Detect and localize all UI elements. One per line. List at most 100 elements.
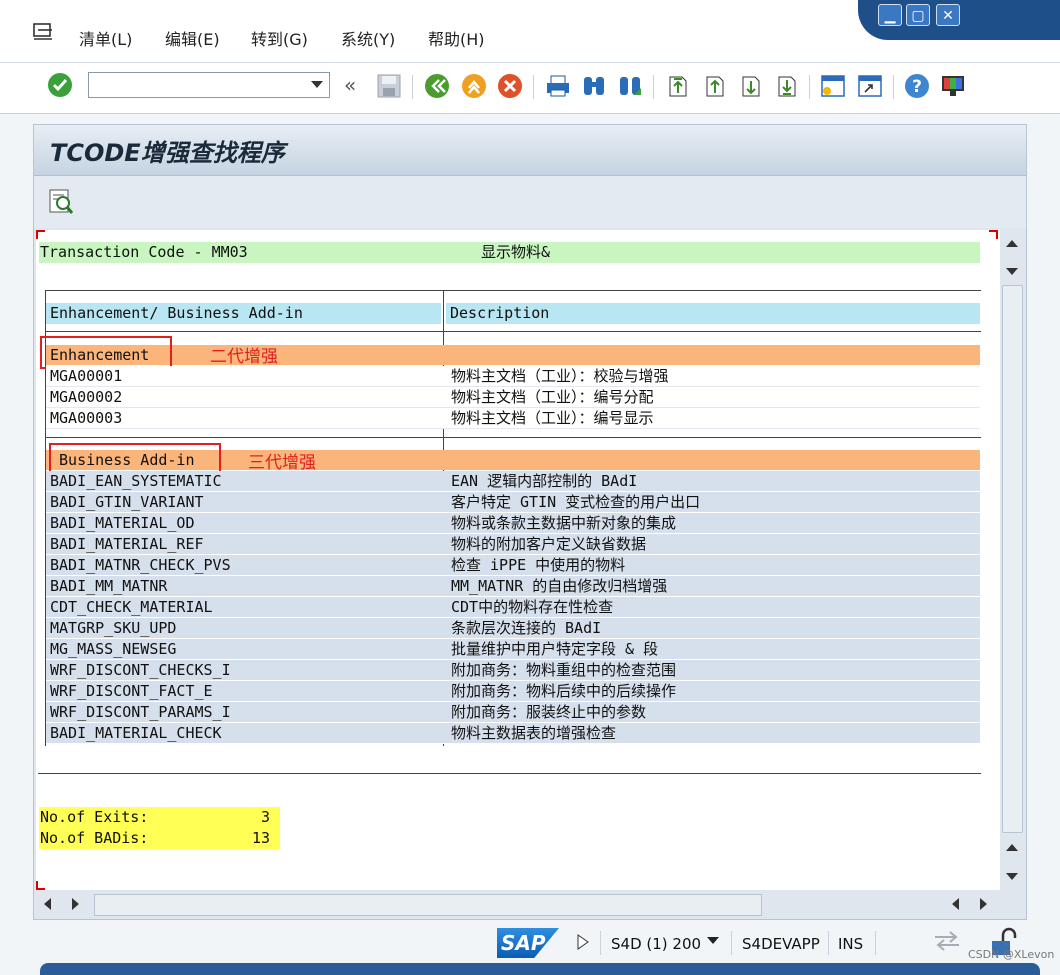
table-row[interactable]: BADI_GTIN_VARIANT 客户特定 GTIN 变式检查的用户出口 [46, 492, 980, 513]
status-separator [828, 931, 829, 955]
table-border-top [45, 290, 981, 291]
menu-icon[interactable] [32, 22, 54, 42]
scroll-up-icon[interactable] [1006, 240, 1018, 247]
table-row[interactable]: BADI_MATERIAL_REF 物料的附加客户定义缺省数据 [46, 534, 980, 555]
table-row[interactable]: BADI_MATERIAL_OD 物料或条款主数据中新对象的集成 [46, 513, 980, 534]
play-icon[interactable] [576, 933, 590, 951]
enhancement-annotation: 二代增强 [210, 347, 278, 367]
close-button[interactable]: ✕ [936, 4, 960, 26]
scrollbar-thumb[interactable] [94, 894, 762, 916]
corner-marker [36, 230, 45, 239]
find-next-icon[interactable] [617, 73, 643, 99]
table-row[interactable]: BADI_EAN_SYSTEMATIC EAN 逻辑内部控制的 BAdI [46, 471, 980, 492]
chevron-down-icon[interactable] [707, 937, 719, 944]
list-item[interactable]: MGA00003 物料主文档（工业）：编号显示 [46, 408, 980, 429]
minimize-button[interactable]: ▁ [878, 4, 902, 26]
badi-description: 条款层次连接的 BAdI [451, 619, 602, 637]
column-header-name: Enhancement/ Business Add-in [46, 303, 441, 324]
badi-annotation: 三代增强 [248, 453, 316, 473]
scroll-down-icon[interactable] [1006, 873, 1018, 880]
badi-name: BADI_MATNR_CHECK_PVS [50, 556, 231, 574]
connection-icon [935, 931, 959, 951]
badi-name: BADI_EAN_SYSTEMATIC [50, 472, 222, 490]
badi-name: BADI_GTIN_VARIANT [50, 493, 204, 511]
exit-icon[interactable] [461, 73, 487, 99]
server-info: S4DEVAPP [742, 935, 820, 953]
enhancement-highlight-box [40, 336, 172, 369]
maximize-button[interactable]: ▢ [906, 4, 930, 26]
toolbar-separator [893, 75, 894, 99]
cancel-icon[interactable] [497, 73, 523, 99]
badi-name: BADI_MATERIAL_CHECK [50, 724, 222, 742]
new-session-icon[interactable] [820, 73, 846, 99]
transaction-label: Transaction Code - MM03 [40, 243, 248, 261]
table-row[interactable]: BADI_MATERIAL_CHECK 物料主数据表的增强检查 [46, 723, 980, 744]
toolbar-separator [809, 75, 810, 99]
badi-description: 附加商务：物料后续中的后续操作 [451, 682, 677, 700]
command-field[interactable] [88, 72, 330, 98]
scroll-page-left-icon[interactable] [952, 898, 959, 910]
scrollbar-thumb[interactable] [1002, 285, 1023, 833]
window-bottom-edge [40, 963, 1040, 975]
badi-description: 物料主数据表的增强检查 [451, 724, 617, 742]
toolbar-separator [412, 75, 413, 99]
title-band: TCODE增强查找程序 [34, 125, 1026, 176]
last-page-icon[interactable] [773, 73, 799, 99]
svg-text:?: ? [912, 77, 922, 97]
badi-description: 物料或条款主数据中新对象的集成 [451, 514, 677, 532]
badi-description: MM_MATNR 的自由修改归档增强 [451, 577, 668, 595]
table-row[interactable]: BADI_MATNR_CHECK_PVS 检查 iPPE 中使用的物料 [46, 555, 980, 576]
menu-edit[interactable]: 编辑(E) [165, 26, 220, 50]
menu-system[interactable]: 系统(Y) [341, 26, 395, 50]
first-page-icon[interactable] [664, 73, 690, 99]
transaction-line: Transaction Code - MM03 显示物料& [39, 242, 980, 263]
save-icon[interactable] [376, 73, 402, 99]
next-page-icon[interactable] [737, 73, 763, 99]
badi-description: EAN 逻辑内部控制的 BAdI [451, 472, 638, 490]
page-title: TCODE增强查找程序 [50, 139, 285, 167]
chevron-down-icon[interactable] [311, 81, 323, 88]
scroll-right-icon[interactable] [72, 898, 79, 910]
detail-icon[interactable] [48, 188, 74, 216]
table-row[interactable]: CDT_CHECK_MATERIAL CDT中的物料存在性检查 [46, 597, 980, 618]
menu-help[interactable]: 帮助(H) [428, 26, 485, 50]
system-toolbar: « ? [0, 62, 1060, 114]
scroll-page-right-icon[interactable] [980, 898, 987, 910]
scroll-left-icon[interactable] [44, 898, 51, 910]
menu-list[interactable]: 清单(L) [79, 26, 132, 50]
system-info: S4D (1) 200 [611, 935, 702, 953]
check-icon[interactable] [47, 72, 73, 98]
list-item[interactable]: MGA00002 物料主文档（工业）：编号分配 [46, 387, 980, 408]
column-header-description: Description [446, 303, 980, 324]
transaction-description: 显示物料& [481, 243, 551, 261]
scroll-page-down-icon[interactable] [1006, 268, 1018, 275]
scroll-page-up-icon[interactable] [1006, 844, 1018, 851]
back-green-icon[interactable] [424, 73, 450, 99]
status-separator [731, 931, 732, 955]
table-row[interactable]: WRF_DISCONT_CHECKS_I 附加商务：物料重组中的检查范围 [46, 660, 980, 681]
help-icon[interactable]: ? [904, 73, 930, 99]
print-icon[interactable] [545, 73, 571, 99]
window-controls: ▁ ▢ ✕ [858, 0, 1060, 40]
table-row[interactable]: WRF_DISCONT_PARAMS_I 附加商务：服装终止中的参数 [46, 702, 980, 723]
sap-logo: SAP [497, 928, 559, 958]
table-row[interactable]: MATGRP_SKU_UPD 条款层次连接的 BAdI [46, 618, 980, 639]
horizontal-scrollbar[interactable] [34, 890, 1026, 919]
table-row[interactable]: MG_MASS_NEWSEG 批量维护中用户特定字段 & 段 [46, 639, 980, 660]
badi-name: WRF_DISCONT_FACT_E [50, 682, 213, 700]
menu-goto[interactable]: 转到(G) [251, 26, 308, 50]
find-icon[interactable] [581, 73, 607, 99]
status-separator [875, 931, 876, 955]
table-row[interactable]: BADI_MM_MATNR MM_MATNR 的自由修改归档增强 [46, 576, 980, 597]
table-row[interactable]: WRF_DISCONT_FACT_E 附加商务：物料后续中的后续操作 [46, 681, 980, 702]
application-toolbar [34, 176, 1026, 228]
back-double-icon[interactable]: « [344, 73, 356, 97]
badi-name: WRF_DISCONT_PARAMS_I [50, 703, 231, 721]
list-item[interactable]: MGA00001 物料主文档（工业）：校验与增强 [46, 366, 980, 387]
menu-bar: 清单(L) 编辑(E) 转到(G) 系统(Y) 帮助(H) ▁ ▢ ✕ [0, 0, 1060, 62]
vertical-scrollbar[interactable] [1000, 230, 1025, 890]
shortcut-icon[interactable] [857, 73, 883, 99]
customize-icon[interactable] [940, 73, 966, 99]
corner-marker [36, 881, 45, 890]
prev-page-icon[interactable] [701, 73, 727, 99]
